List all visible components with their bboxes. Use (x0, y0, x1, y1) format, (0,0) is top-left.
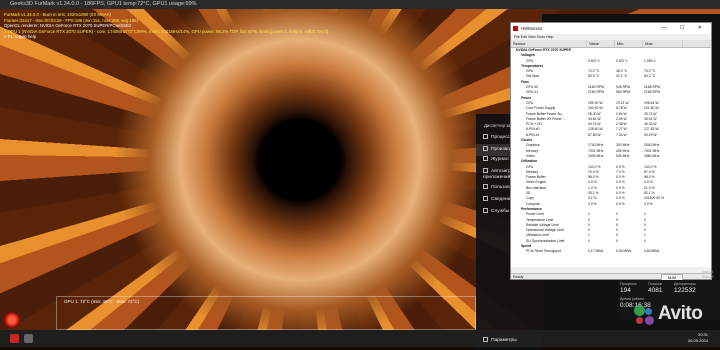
sidebar-item-label: Параметры (491, 338, 517, 343)
processes-label: Процессы (620, 282, 637, 286)
sensor-min: 0.00 MB/s (616, 249, 632, 254)
search-icon[interactable] (24, 334, 33, 343)
performance-icon (483, 146, 488, 152)
handles-value: 122532 (674, 287, 696, 294)
gear-icon (483, 337, 488, 343)
processes-icon (483, 134, 488, 140)
processes-value: 194 (620, 287, 631, 294)
sidebar-item-settings[interactable]: Параметры (476, 334, 542, 347)
threads-label: Потоков (648, 282, 662, 286)
furmark-taskbar-icon[interactable] (10, 334, 19, 343)
clock-date: 26.09.2024 (687, 337, 708, 343)
sensor-row[interactable]: PCIe Read Throughput 0.17 MB/s 0.00 MB/s 4.… (511, 249, 711, 254)
hwmonitor-window: HWMonitor — ☐ ✕ File Edit View Tools Hel… (510, 22, 712, 282)
app-history-icon (483, 156, 488, 161)
sidebar-item-label: Службы (491, 209, 510, 214)
details-icon (483, 196, 488, 202)
column-header-min[interactable]: Min (615, 40, 643, 47)
hwmonitor-titlebar[interactable]: HWMonitor — ☐ ✕ (511, 23, 711, 34)
column-header-sensor[interactable]: Sensor (511, 40, 587, 47)
furmark-osd: FurMark v1.34.0.0 - Burn-in test, 1920x1… (4, 12, 328, 40)
status-text: Ready (513, 275, 524, 279)
status-bar: Ready NUM (511, 273, 711, 282)
threads-value: 4081 (648, 287, 663, 294)
sensor-tree: NVIDIA GeForce RTX 2070 SUPER Voltages GPU… (511, 48, 711, 267)
hwmonitor-title: HWMonitor (521, 26, 543, 31)
avito-logo-icon (634, 305, 656, 325)
services-icon (483, 208, 488, 214)
column-headers: Sensor Value Min Max (511, 40, 711, 48)
furmark-title: Geeks3D FurMark v1.34.0.0 - 186FPS, GPU1… (10, 1, 197, 7)
furmark-titlebar[interactable]: Geeks3D FurMark v1.34.0.0 - 186FPS, GPU1… (0, 0, 720, 9)
hwmonitor-app-icon (513, 26, 518, 31)
sensor-value: 0.17 MB/s (588, 249, 604, 254)
column-header-value[interactable]: Value (587, 40, 615, 47)
osd-line: > GPU 1 (NVIDIA GeForce RTX 2070 SUPER) … (4, 28, 329, 34)
sensor-name: PCIe Read Throughput (526, 249, 561, 254)
window-controls[interactable]: — ☐ ✕ (662, 23, 708, 34)
furmark-logo-icon (4, 312, 20, 328)
sensor-max: 4.83 MB/s (644, 249, 660, 254)
system-clock[interactable]: 20:31 26.09.2024 (688, 332, 708, 343)
avito-watermark: Avito (634, 300, 720, 330)
handles-label: Дескрипторы (674, 282, 696, 286)
users-icon (483, 184, 488, 190)
temperature-graph-label: GPU 1: 72°C (min: 48°C - max: 72°C) (64, 299, 140, 304)
column-header-max[interactable]: Max (643, 40, 683, 47)
startup-icon (483, 168, 488, 173)
osd-line: > F1: toggle help (4, 34, 37, 40)
taskbar (0, 330, 720, 347)
avito-logo-text: Avito (658, 303, 703, 324)
